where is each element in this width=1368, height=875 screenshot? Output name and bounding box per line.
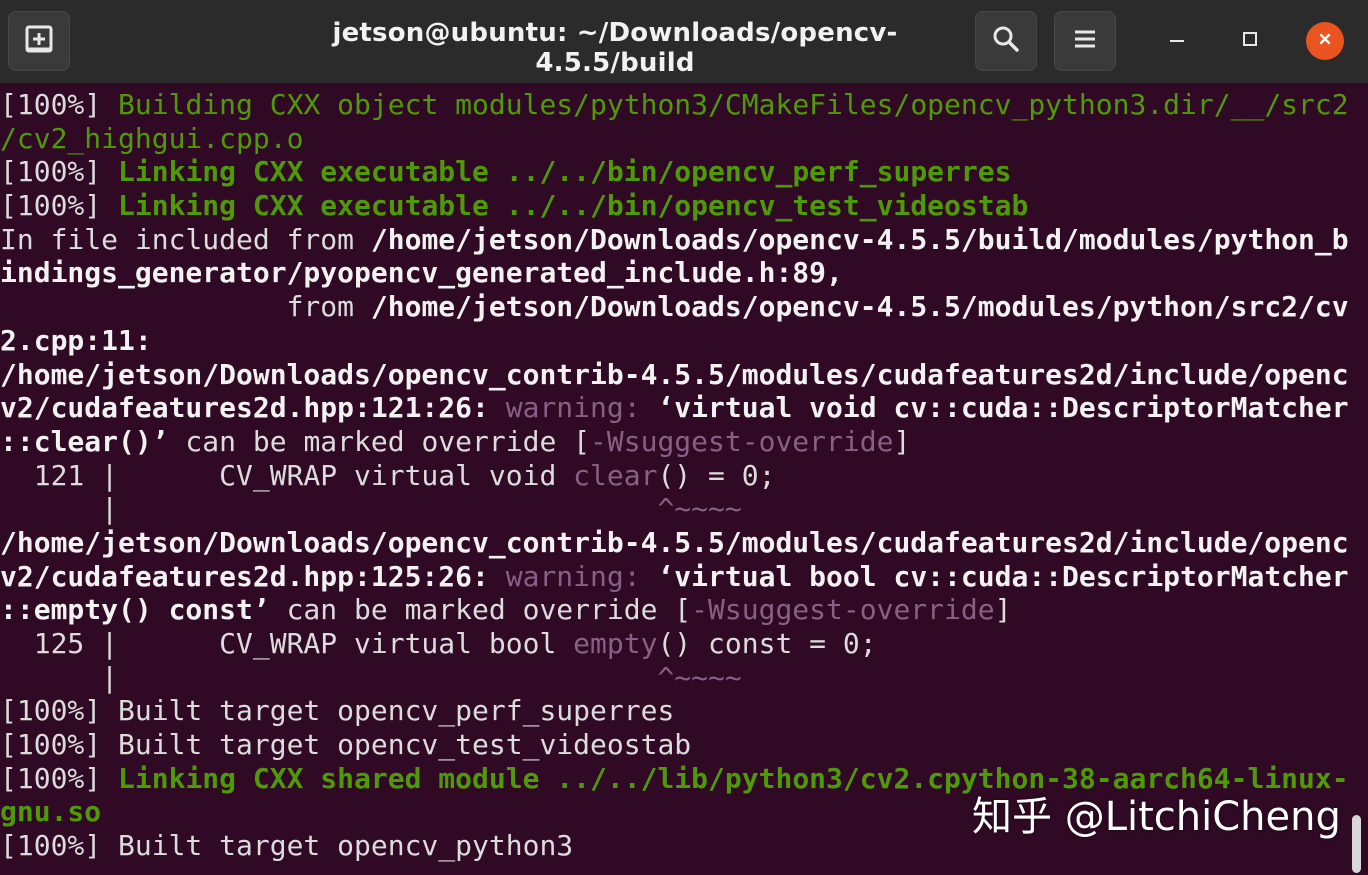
warning-flag: -Wsuggest-override [691,593,995,627]
terminal-line: /cv2_highgui.cpp.o [0,122,1350,156]
warning-flag: -Wsuggest-override [590,424,894,458]
new-tab-icon [24,24,54,58]
terminal-line: ::empty() const’ can be marked override … [0,593,1350,627]
warning-message: ::empty() const’ [0,593,270,627]
progress-prefix: [100%] [0,761,119,795]
source-line: () const = 0; [657,627,877,660]
warning-location: /home/jetson/Downloads/opencv_contrib-4.… [0,357,1349,391]
include-path: /home/jetson/Downloads/opencv-4.5.5/modu… [370,290,1349,324]
window-title: jetson@ubuntu: ~/Downloads/opencv-4.5.5/… [332,18,898,78]
source-caret: ^~~~~ [556,492,742,526]
title-bar: jetson@ubuntu: ~/Downloads/opencv-4.5.5/… [0,0,1368,84]
link-message: Linking CXX executable ../../bin/opencv_… [118,155,1012,189]
warning-message: ] [994,593,1012,627]
terminal-line: [100%] Linking CXX executable ../../bin/… [0,189,1350,223]
minimize-button[interactable] [1158,22,1196,60]
maximize-icon [1240,29,1260,53]
source-line: () = 0; [657,458,776,492]
menu-button[interactable] [1054,11,1116,71]
terminal-line: [100%] Built target opencv_perf_superres [0,694,1350,728]
warning-location: v2/cudafeatures2d.hpp:125:26: [0,559,506,593]
terminal-output[interactable]: [100%] Building CXX object modules/pytho… [0,88,1350,875]
terminal-line: indings_generator/pyopencv_generated_inc… [0,256,1350,290]
warning-message: can be marked override [ [168,424,591,458]
include-text: In file included from [0,222,371,256]
warning-label: warning: [505,559,658,593]
progress-prefix: [100%] [0,155,119,189]
terminal-line: ::clear()’ can be marked override [-Wsug… [0,425,1350,459]
terminal-line: [100%] Linking CXX executable ../../bin/… [0,155,1350,189]
scrollbar[interactable] [1352,815,1361,873]
close-button[interactable] [1306,22,1344,60]
source-highlight: empty [573,627,658,660]
terminal-line: | ^~~~~ [0,492,1350,526]
include-text: from [0,290,371,324]
terminal-line: /home/jetson/Downloads/opencv_contrib-4.… [0,358,1350,392]
hamburger-menu-icon [1072,26,1098,56]
minimize-icon [1167,29,1187,53]
maximize-button[interactable] [1231,22,1269,60]
close-icon [1317,31,1333,51]
source-highlight: clear [573,458,658,492]
built-target-message: [100%] Built target opencv_python3 [0,829,574,863]
terminal-line: from /home/jetson/Downloads/opencv-4.5.5… [0,290,1350,324]
terminal-line: | ^~~~~ [0,661,1350,695]
warning-location: /home/jetson/Downloads/opencv_contrib-4.… [0,525,1349,559]
terminal-line: In file included from /home/jetson/Downl… [0,223,1350,257]
search-icon [991,24,1021,58]
terminal-line: /home/jetson/Downloads/opencv_contrib-4.… [0,526,1350,560]
source-line: 121 | CV_WRAP virtual void [0,458,574,492]
include-path: /home/jetson/Downloads/opencv-4.5.5/buil… [370,222,1349,256]
watermark: 知乎 @LitchiCheng [972,794,1341,840]
new-tab-button[interactable] [8,11,70,71]
search-button[interactable] [975,11,1037,71]
progress-prefix: [100%] [0,88,119,121]
terminal-line: 125 | CV_WRAP virtual bool empty() const… [0,627,1350,661]
progress-prefix: [100%] [0,189,119,223]
terminal-line: 121 | CV_WRAP virtual void clear() = 0; [0,459,1350,493]
terminal-line: [100%] Building CXX object modules/pytho… [0,88,1350,122]
source-caret: ^~~~~ [556,660,742,694]
warning-message: ::clear()’ [0,424,169,458]
built-target-message: [100%] Built target opencv_perf_superres [0,694,675,728]
terminal-line: [100%] Built target opencv_test_videosta… [0,728,1350,762]
built-target-message: [100%] Built target opencv_test_videosta… [0,728,692,762]
terminal-line: 2.cpp:11: [0,324,1350,358]
include-path: 2.cpp:11: [0,323,152,357]
link-message: Linking CXX executable ../../bin/opencv_… [118,189,1029,223]
warning-label: warning: [505,391,658,425]
warning-message: ] [893,424,911,458]
source-gutter: | [0,492,557,526]
warning-location: v2/cudafeatures2d.hpp:121:26: [0,391,506,425]
build-message: Building CXX object modules/python3/CMak… [118,88,1349,121]
include-path: indings_generator/pyopencv_generated_inc… [0,256,843,290]
build-message: /cv2_highgui.cpp.o [0,121,304,155]
source-gutter: | [0,660,557,694]
terminal-line: v2/cudafeatures2d.hpp:121:26: warning: ‘… [0,391,1350,425]
link-message: gnu.so [0,795,102,829]
warning-message: ‘virtual bool cv::cuda::DescriptorMatche… [657,559,1349,593]
warning-message: ‘virtual void cv::cuda::DescriptorMatche… [657,391,1349,425]
source-line: 125 | CV_WRAP virtual bool [0,627,574,660]
warning-message: can be marked override [ [269,593,692,627]
terminal-line: v2/cudafeatures2d.hpp:125:26: warning: ‘… [0,560,1350,594]
